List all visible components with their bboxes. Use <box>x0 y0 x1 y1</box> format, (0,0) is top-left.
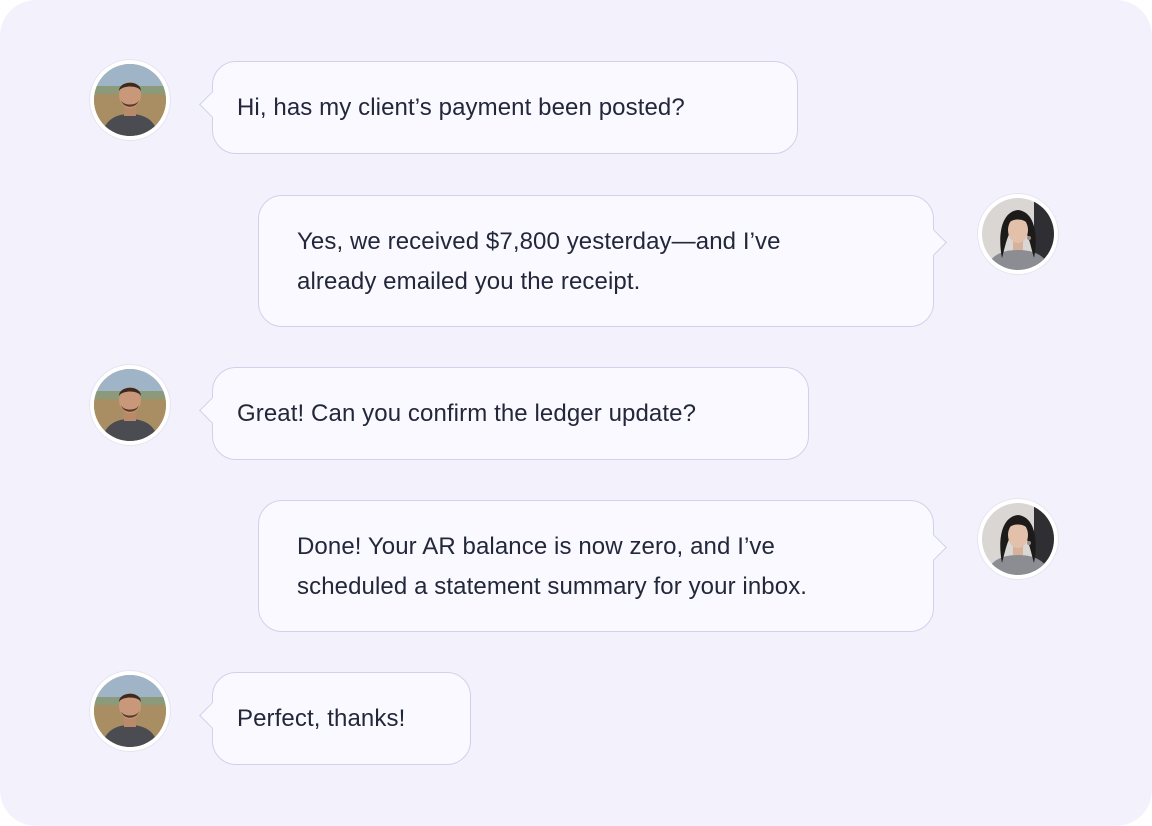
client-avatar <box>90 60 170 140</box>
man-avatar-icon <box>94 369 166 441</box>
woman-avatar-icon <box>982 198 1054 270</box>
message-text: Great! Can you confirm the ledger update… <box>237 400 697 427</box>
man-avatar-icon <box>94 675 166 747</box>
message-line: Done! Your AR balance is now zero, and I… <box>297 533 775 560</box>
message-line: Yes, we received $7,800 yesterday—and I’… <box>297 228 781 255</box>
client-avatar <box>90 365 170 445</box>
agent-avatar <box>978 499 1058 579</box>
man-avatar-icon <box>94 64 166 136</box>
chat-bubble-client: Hi, has my client’s payment been posted? <box>199 61 798 154</box>
message-text: Hi, has my client’s payment been posted? <box>237 94 685 121</box>
client-avatar <box>90 671 170 751</box>
agent-avatar <box>978 194 1058 274</box>
chat-bubble-agent: Yes, we received $7,800 yesterday—and I’… <box>258 195 947 327</box>
chat-bubble-agent: Done! Your AR balance is now zero, and I… <box>258 500 947 632</box>
message-line: scheduled a statement summary for your i… <box>297 573 808 600</box>
message-text: Perfect, thanks! <box>237 705 406 732</box>
chat-bubble-client: Perfect, thanks! <box>199 672 471 765</box>
woman-avatar-icon <box>982 503 1054 575</box>
chat-bubble-client: Great! Can you confirm the ledger update… <box>199 367 809 460</box>
chat-panel: Hi, has my client’s payment been posted?… <box>0 0 1152 826</box>
message-line: already emailed you the receipt. <box>297 268 641 295</box>
